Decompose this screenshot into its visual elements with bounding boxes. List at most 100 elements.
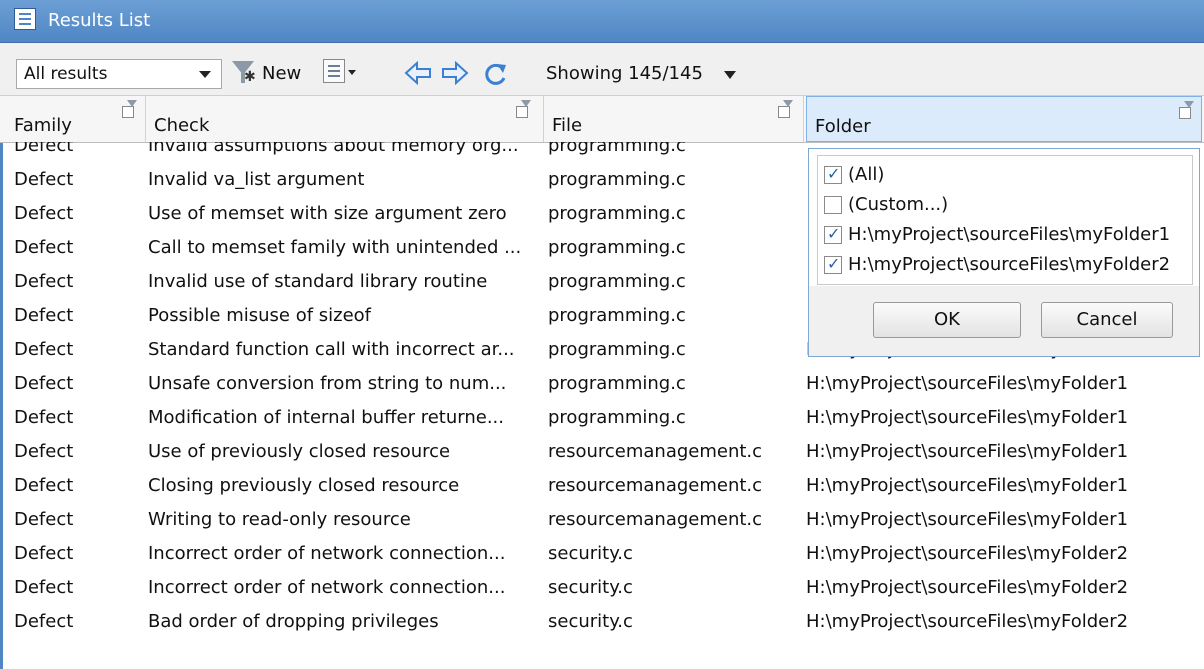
folder-cell: H:\myProject\sourceFiles\myFolder1	[806, 407, 1129, 428]
file-cell: programming.c	[548, 339, 686, 360]
filter-option-label: (Custom...)	[848, 194, 949, 215]
check-cell: Writing to read-only resource	[148, 509, 411, 530]
checkbox-icon[interactable]	[824, 254, 842, 274]
check-cell: Use of previously closed resource	[148, 441, 451, 462]
filter-option-label: H:\myProject\sourceFiles\myFolder2	[848, 254, 1171, 275]
check-cell: Call to memset family with unintended ..…	[148, 237, 522, 258]
column-file-header[interactable]: File	[544, 96, 804, 142]
check-cell: Invalid assumptions about memory org...	[148, 142, 519, 156]
family-cell: Defect	[14, 373, 74, 394]
file-cell: resourcemanagement.c	[548, 441, 763, 462]
cancel-button[interactable]: Cancel	[1041, 302, 1173, 338]
table-row[interactable]: Defect Incorrect order of network connec…	[0, 571, 1204, 605]
file-cell: programming.c	[548, 271, 686, 292]
folder-cell: H:\myProject\sourceFiles\myFolder2	[806, 611, 1129, 632]
table-row[interactable]: Defect Bad order of dropping privileges …	[0, 605, 1204, 639]
check-cell: Unsafe conversion from string to num...	[148, 373, 507, 394]
check-cell: Use of memset with size argument zero	[148, 203, 507, 224]
title-bar: Results List	[0, 0, 1204, 43]
column-header: Family Check File Folder	[0, 96, 1204, 143]
table-row[interactable]: Defect Closing previously closed resourc…	[0, 469, 1204, 503]
family-cell: Defect	[14, 142, 74, 156]
family-cell: Defect	[14, 611, 74, 632]
results-filter-select[interactable]: All results	[16, 59, 222, 89]
results-filter-value: All results	[24, 64, 108, 84]
file-cell: programming.c	[548, 203, 686, 224]
checkbox-icon[interactable]	[824, 224, 842, 244]
table-row[interactable]: Defect Unsafe conversion from string to …	[0, 367, 1204, 401]
family-cell: Defect	[14, 475, 74, 496]
folder-cell: H:\myProject\sourceFiles\myFolder2	[806, 543, 1129, 564]
column-check-header[interactable]: Check	[146, 96, 544, 142]
family-cell: Defect	[14, 509, 74, 530]
refresh-icon[interactable]	[482, 57, 510, 89]
folder-cell: H:\myProject\sourceFiles\myFolder1	[806, 441, 1129, 462]
checkbox-icon[interactable]	[824, 164, 842, 184]
column-filter-icon[interactable]	[1179, 101, 1194, 119]
chevron-down-icon[interactable]	[724, 71, 736, 79]
column-file-label: File	[552, 115, 583, 136]
check-cell: Standard function call with incorrect ar…	[148, 339, 515, 360]
file-cell: programming.c	[548, 305, 686, 326]
folder-filter-popup: (All) (Custom...) H:\myProject\sourceFil…	[808, 148, 1200, 357]
file-cell: security.c	[548, 577, 633, 598]
check-cell: Incorrect order of network connection...	[148, 577, 506, 598]
window-title: Results List	[48, 10, 151, 31]
check-cell: Incorrect order of network connection...	[148, 543, 506, 564]
column-filter-icon[interactable]	[122, 100, 137, 118]
toolbar: All results ✱ New Showing 145/145	[0, 43, 1204, 96]
file-cell: programming.c	[548, 169, 686, 190]
family-cell: Defect	[14, 407, 74, 428]
filter-button-bar: OK Cancel	[809, 286, 1199, 356]
chevron-down-icon	[199, 71, 211, 78]
list-window-icon	[14, 8, 36, 30]
showing-count[interactable]: Showing 145/145	[546, 63, 703, 84]
table-row[interactable]: Defect Modification of internal buffer r…	[0, 401, 1204, 435]
checkbox-icon[interactable]	[824, 196, 842, 214]
folder-cell: H:\myProject\sourceFiles\myFolder2	[806, 577, 1129, 598]
check-cell: Invalid va_list argument	[148, 169, 365, 190]
folder-cell: H:\myProject\sourceFiles\myFolder1	[806, 475, 1129, 496]
family-cell: Defect	[14, 441, 74, 462]
family-cell: Defect	[14, 271, 74, 292]
file-cell: programming.c	[548, 407, 686, 428]
filter-option-label: (All)	[848, 164, 885, 185]
folder-filter-options: (All) (Custom...) H:\myProject\sourceFil…	[817, 155, 1193, 285]
column-check-label: Check	[154, 115, 210, 136]
file-cell: programming.c	[548, 373, 686, 394]
new-filter-button[interactable]: New	[262, 63, 301, 84]
column-family-label: Family	[14, 115, 72, 136]
family-cell: Defect	[14, 169, 74, 190]
column-filter-icon[interactable]	[516, 100, 531, 118]
check-cell: Invalid use of standard library routine	[148, 271, 488, 292]
check-cell: Bad order of dropping privileges	[148, 611, 439, 632]
forward-arrow-icon[interactable]	[441, 57, 469, 89]
column-folder-header[interactable]: Folder	[806, 96, 1202, 142]
family-cell: Defect	[14, 577, 74, 598]
file-cell: resourcemanagement.c	[548, 509, 763, 530]
filter-option-label: H:\myProject\sourceFiles\myFolder1	[848, 224, 1171, 245]
file-cell: programming.c	[548, 142, 686, 156]
column-family-header[interactable]: Family	[6, 96, 146, 142]
file-cell: programming.c	[548, 237, 686, 258]
folder-cell: H:\myProject\sourceFiles\myFolder1	[806, 509, 1129, 530]
check-cell: Possible misuse of sizeof	[148, 305, 372, 326]
folder-cell: H:\myProject\sourceFiles\myFolder1	[806, 373, 1129, 394]
ok-button[interactable]: OK	[873, 302, 1021, 338]
filter-new-icon[interactable]: ✱	[230, 57, 256, 89]
column-folder-label: Folder	[815, 116, 871, 137]
table-row[interactable]: Defect Use of previously closed resource…	[0, 435, 1204, 469]
table-row[interactable]: Defect Writing to read-only resource res…	[0, 503, 1204, 537]
column-list-icon[interactable]	[323, 57, 356, 89]
column-filter-icon[interactable]	[778, 100, 793, 118]
family-cell: Defect	[14, 543, 74, 564]
check-cell: Closing previously closed resource	[148, 475, 460, 496]
file-cell: resourcemanagement.c	[548, 475, 763, 496]
family-cell: Defect	[14, 237, 74, 258]
table-row[interactable]: Defect Incorrect order of network connec…	[0, 537, 1204, 571]
family-cell: Defect	[14, 203, 74, 224]
back-arrow-icon[interactable]	[404, 57, 432, 89]
family-cell: Defect	[14, 305, 74, 326]
file-cell: security.c	[548, 611, 633, 632]
file-cell: security.c	[548, 543, 633, 564]
